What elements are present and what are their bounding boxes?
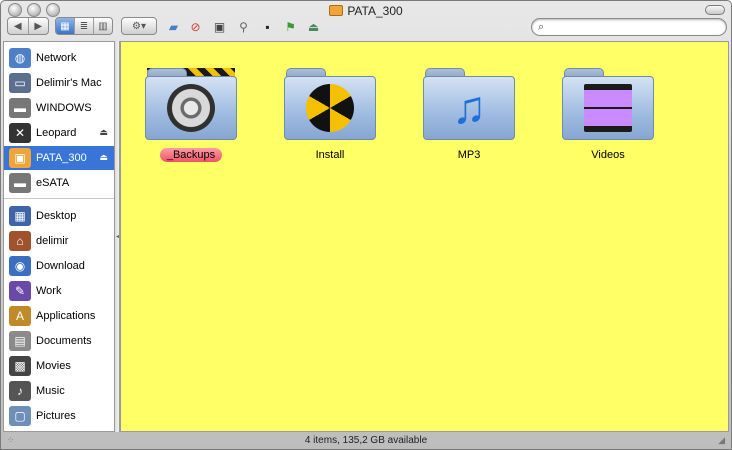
sidebar-separator: [4, 198, 114, 199]
film-strip-icon: [584, 84, 632, 132]
sidebar-item-desktop[interactable]: ▦ Desktop: [4, 204, 114, 228]
view-mode-control: ▦ ≣ ▥: [55, 17, 113, 35]
sidebar-item-label: Pictures: [36, 410, 76, 422]
sidebar-item-leopard[interactable]: ✕ Leopard ⏏: [4, 121, 114, 145]
sidebar-item-music[interactable]: ♪ Music: [4, 379, 114, 403]
folder-icon: [282, 64, 378, 142]
sidebar-item-label: WINDOWS: [36, 102, 92, 114]
grip-icon: ⁘: [7, 435, 15, 445]
music-icon: ♪: [9, 381, 31, 401]
info-icon[interactable]: ⚲: [235, 18, 252, 35]
toolbar: ◀ ▶ ▦ ≣ ▥ ⚙▾ ▰ ⊘ ▣ ⚲ ▪ ⚑ ⏏ ⌕: [1, 17, 731, 39]
terminal-icon[interactable]: ▣: [211, 18, 228, 35]
desktop-icon: ▦: [9, 206, 31, 226]
applications-icon: A: [9, 306, 31, 326]
leopard-disk-icon: ✕: [9, 123, 31, 143]
sidebar-item-applications[interactable]: A Applications: [4, 304, 114, 328]
forward-button[interactable]: ▶: [29, 18, 49, 34]
sidebar-item-documents[interactable]: ▤ Documents: [4, 329, 114, 353]
pictures-icon: ▢: [9, 406, 31, 426]
eject-icon[interactable]: ⏏: [99, 127, 108, 138]
sidebar-item-label: PATA_300: [36, 152, 87, 164]
eject-disk-icon[interactable]: ⏏: [305, 18, 322, 35]
sidebar-item-esata[interactable]: ▬ eSATA: [4, 171, 114, 195]
vault-dial-icon: [167, 84, 215, 132]
folder-install[interactable]: Install: [278, 64, 382, 184]
sidebar-item-label: Documents: [36, 335, 92, 347]
sidebar-item-delimir[interactable]: ⌂ delimir: [4, 229, 114, 253]
sidebar-item-label: eSATA: [36, 177, 70, 189]
folder-videos[interactable]: Videos: [556, 64, 660, 184]
sidebar-item-pata-300[interactable]: ▣ PATA_300 ⏏: [4, 146, 114, 170]
sidebar-item-network[interactable]: ◍ Network: [4, 46, 114, 70]
folder-name-label: _Backups: [159, 148, 223, 162]
status-bar: ⁘ 4 items, 135,2 GB available ◢: [1, 433, 731, 449]
home-icon: ⌂: [9, 231, 31, 251]
globe-icon: ◍: [9, 48, 31, 68]
folder-name-label: Install: [315, 149, 345, 161]
sidebar-item-label: Applications: [36, 310, 96, 322]
orange-drive-icon: ▣: [9, 148, 31, 168]
drive-icon: [329, 5, 344, 16]
sidebar-item-label: Movies: [36, 360, 71, 372]
documents-icon: ▤: [9, 331, 31, 351]
search-input[interactable]: [548, 21, 709, 33]
back-forward-control: ◀ ▶: [7, 17, 49, 35]
sidebar-item-windows[interactable]: ▬ WINDOWS: [4, 96, 114, 120]
sidebar-item-label: Music: [36, 385, 65, 397]
download-icon: ◉: [9, 256, 31, 276]
toolbar-toggle-button[interactable]: [705, 5, 725, 15]
sidebar-item-movies[interactable]: ▩ Movies: [4, 354, 114, 378]
path-icon[interactable]: ⚑: [282, 18, 299, 35]
sidebar-item-work[interactable]: ✎ Work: [4, 279, 114, 303]
new-folder-icon[interactable]: ▰: [165, 18, 182, 35]
search-icon: ⌕: [538, 20, 545, 33]
folder-name-label: Videos: [591, 149, 625, 161]
sidebar-item-label: Leopard: [36, 127, 77, 139]
folder-icon: [143, 64, 239, 142]
eject-icon[interactable]: ⏏: [99, 152, 108, 163]
sidebar: ◍ Network ▭ Delimir's Mac ▬ WINDOWS ✕ Leopard ⏏ ▣…: [3, 41, 115, 432]
list-view-button[interactable]: ≣: [75, 18, 94, 34]
column-view-button[interactable]: ▥: [94, 18, 112, 34]
folder-icon: [560, 64, 656, 142]
folder-backups[interactable]: _Backups: [139, 64, 243, 184]
radiation-icon: [306, 84, 354, 132]
hard-drive-icon: ▬: [9, 98, 31, 118]
folder-mp3[interactable]: ♫ MP3: [417, 64, 521, 184]
sidebar-item-label: delimir: [36, 235, 69, 247]
sidebar-item-label: Network: [36, 52, 77, 64]
music-note-icon: ♫: [451, 81, 487, 133]
movies-icon: ▩: [9, 356, 31, 376]
sidebar-item-download[interactable]: ◉ Download: [4, 254, 114, 278]
search-field[interactable]: ⌕: [531, 18, 727, 36]
action-button[interactable]: ⚙▾: [122, 18, 156, 34]
sidebar-item-label: Delimir's Mac: [36, 77, 102, 89]
delete-icon[interactable]: ⊘: [187, 18, 204, 35]
computer-icon: ▭: [9, 73, 31, 93]
window-title: PATA_300: [1, 4, 731, 18]
sidebar-item-label: Desktop: [36, 210, 77, 222]
work-icon: ✎: [9, 281, 31, 301]
folder-content-area[interactable]: _Backups Install ♫ MP3 Videos: [120, 41, 729, 432]
back-button[interactable]: ◀: [8, 18, 29, 34]
splitter-grip-icon: ◂: [116, 234, 120, 240]
resize-grip-icon[interactable]: ◢: [718, 435, 725, 446]
sidebar-item-label: Download: [36, 260, 85, 272]
sidebar-item-delimir-s-mac[interactable]: ▭ Delimir's Mac: [4, 71, 114, 95]
folder-name-label: MP3: [457, 149, 481, 161]
folder-icon: ♫: [421, 64, 517, 142]
console-icon[interactable]: ▪: [259, 18, 276, 35]
status-text: 4 items, 135,2 GB available: [304, 435, 428, 446]
window-title-text: PATA_300: [347, 4, 403, 18]
sidebar-item-label: Work: [36, 285, 62, 297]
sidebar-item-pictures[interactable]: ▢ Pictures: [4, 404, 114, 428]
action-menu: ⚙▾: [121, 17, 157, 35]
finder-window: PATA_300 ◀ ▶ ▦ ≣ ▥ ⚙▾ ▰ ⊘ ▣ ⚲ ▪ ⚑ ⏏ ⌕ ◍ N…: [0, 0, 732, 450]
icon-view-button[interactable]: ▦: [56, 18, 75, 34]
hard-drive-icon: ▬: [9, 173, 31, 193]
